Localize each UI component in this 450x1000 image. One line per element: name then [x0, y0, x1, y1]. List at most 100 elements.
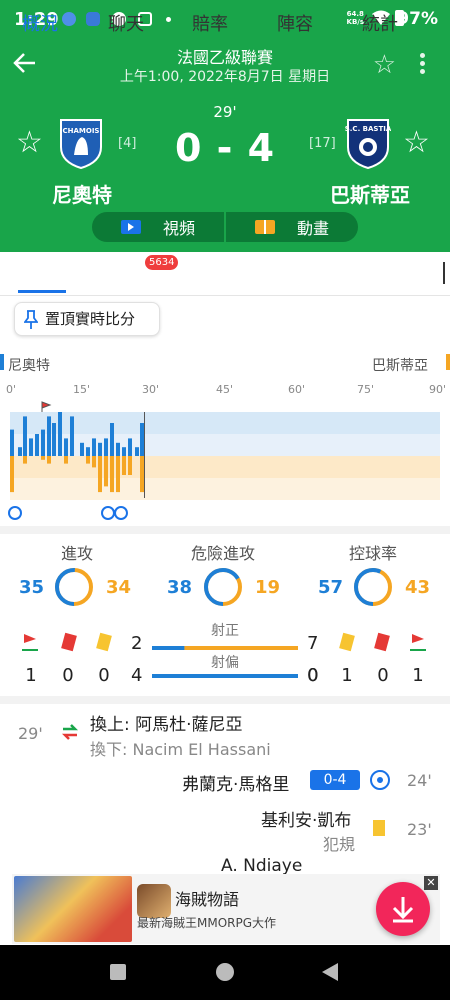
- home-button[interactable]: [216, 963, 234, 981]
- attack-ring: [55, 568, 93, 606]
- away-momentum-bar: [41, 456, 45, 460]
- home-momentum-bar: [92, 438, 96, 456]
- pin-icon: [23, 303, 39, 341]
- pin-label: 置頂實時比分: [45, 310, 136, 328]
- timeline-tick: 45': [216, 383, 234, 396]
- ad-app-icon: [137, 884, 171, 918]
- current-minute-line: [144, 412, 145, 498]
- timeline-tick: 0': [6, 383, 17, 396]
- goal2-player: A. Ndiaye: [221, 856, 303, 876]
- sub-in-text: 換上: 阿馬杜·薩尼亞: [90, 715, 243, 735]
- media-bar: 視頻 動畫: [92, 212, 358, 242]
- home-momentum-bar: [18, 447, 22, 456]
- home-momentum-bar: [80, 442, 84, 456]
- away-momentum-bar: [122, 456, 126, 475]
- home-on-target: 2: [131, 633, 143, 654]
- possession-ring: [354, 568, 392, 606]
- match-header: 1:29 64.8 KB/s 97% 法國乙級聯賽 上午1:00, 2022年8…: [0, 0, 450, 252]
- timeline-tick: 15': [73, 383, 91, 396]
- home-momentum-bar: [128, 438, 132, 456]
- more-options-icon[interactable]: [418, 50, 426, 80]
- download-button[interactable]: [376, 882, 430, 936]
- timeline-tick: 60': [288, 383, 306, 396]
- app-notification-icon: [62, 12, 76, 26]
- home-momentum-bar: [52, 423, 56, 456]
- away-legend-mark: [446, 354, 450, 370]
- away-yellow-card-icon: [339, 632, 355, 652]
- tab-odds[interactable]: 賠率: [192, 10, 228, 36]
- away-momentum-bar: [23, 456, 27, 464]
- shots-bars: [152, 646, 298, 678]
- card-minute: 23': [407, 820, 432, 839]
- home-momentum-bar: [122, 447, 126, 456]
- match-timeline: [0, 378, 450, 526]
- home-legend-mark: [0, 354, 4, 370]
- svg-text:S.C. BASTIA: S.C. BASTIA: [345, 125, 391, 133]
- download-icon: [392, 897, 414, 923]
- battery-percent: 97%: [397, 9, 438, 29]
- away-corners-count: 1: [412, 665, 424, 686]
- home-momentum-bar: [70, 416, 74, 456]
- off_target-home-bar: [152, 674, 298, 678]
- home-momentum-bar: [104, 438, 108, 456]
- home-off-target: 4: [131, 665, 143, 686]
- away-corner-icon: [410, 633, 426, 655]
- dot-icon: [166, 17, 171, 22]
- ad-title: 海賊物語: [175, 890, 240, 909]
- tab-stats[interactable]: 統計: [362, 10, 398, 36]
- tab-chat[interactable]: 聊天: [108, 10, 144, 36]
- section-gap: [0, 526, 450, 534]
- home-momentum-bar: [41, 429, 45, 456]
- away-rank: [17]: [309, 136, 336, 151]
- away-momentum-bar: [98, 456, 102, 493]
- home-momentum-bar: [135, 447, 139, 456]
- away-team-crest[interactable]: S.C. BASTIA: [345, 117, 392, 170]
- pin-live-score-button[interactable]: 置頂實時比分: [14, 302, 160, 336]
- away-momentum-bar: [86, 456, 90, 464]
- timeline-tick: 30': [142, 383, 160, 396]
- home-team-crest[interactable]: CHAMOIS: [58, 117, 104, 170]
- possession-away-value: 43: [405, 577, 431, 598]
- home-momentum-bar: [23, 416, 27, 456]
- goal-score-pill: 0-4: [310, 770, 360, 790]
- video-icon: [120, 220, 141, 234]
- sub-out-text: 換下: Nacim El Hassani: [90, 740, 271, 759]
- tab-lineup[interactable]: 陣容: [277, 10, 313, 36]
- section-gap: [0, 696, 450, 704]
- home-yellow-card-icon: [96, 632, 112, 652]
- chat-count-badge: 5634: [145, 255, 179, 270]
- home-momentum-bar: [110, 423, 114, 456]
- tab-overview[interactable]: 概況: [22, 10, 58, 36]
- dangerous-attack-label: 危險進攻: [190, 544, 255, 563]
- home-legend-label: 尼奧特: [8, 358, 50, 374]
- favorite-match-star-icon[interactable]: ☆: [373, 52, 396, 78]
- favorite-home-star-icon[interactable]: ☆: [16, 128, 43, 158]
- dangerous-ring: [204, 568, 242, 606]
- goal-minute: 24': [407, 771, 432, 790]
- ad-image: [14, 876, 132, 942]
- home-corners-count: 1: [25, 665, 37, 686]
- away-momentum-bar: [104, 456, 108, 487]
- on-target-label: 射正: [211, 623, 239, 639]
- recents-button[interactable]: [110, 964, 126, 980]
- home-red-count: 0: [62, 665, 74, 686]
- dangerous-home-value: 38: [167, 577, 193, 598]
- system-nav-bar: [0, 945, 450, 1000]
- ad-subtitle: 最新海賊王MMORPG大作: [137, 916, 277, 930]
- back-nav-button[interactable]: [322, 963, 338, 981]
- timeline-chart: [10, 412, 440, 500]
- home-momentum-bar: [35, 434, 39, 456]
- away-team-name[interactable]: 巴斯蒂亞: [330, 179, 410, 208]
- home-rank: [4]: [118, 136, 137, 151]
- home-yellow-count: 0: [98, 665, 110, 686]
- home-team-name[interactable]: 尼奧特: [52, 179, 112, 208]
- home-momentum-bar: [64, 438, 68, 456]
- animation-button[interactable]: 動畫: [226, 212, 358, 242]
- on_target-away-bar: [184, 646, 298, 650]
- home-corner-icon: [22, 633, 38, 655]
- favorite-away-star-icon[interactable]: ☆: [403, 128, 430, 158]
- away-red-card-icon: [374, 632, 390, 652]
- video-button[interactable]: 視頻: [92, 212, 224, 242]
- active-tab-indicator: [18, 290, 66, 293]
- card-player: 基利安·凱布: [261, 811, 352, 831]
